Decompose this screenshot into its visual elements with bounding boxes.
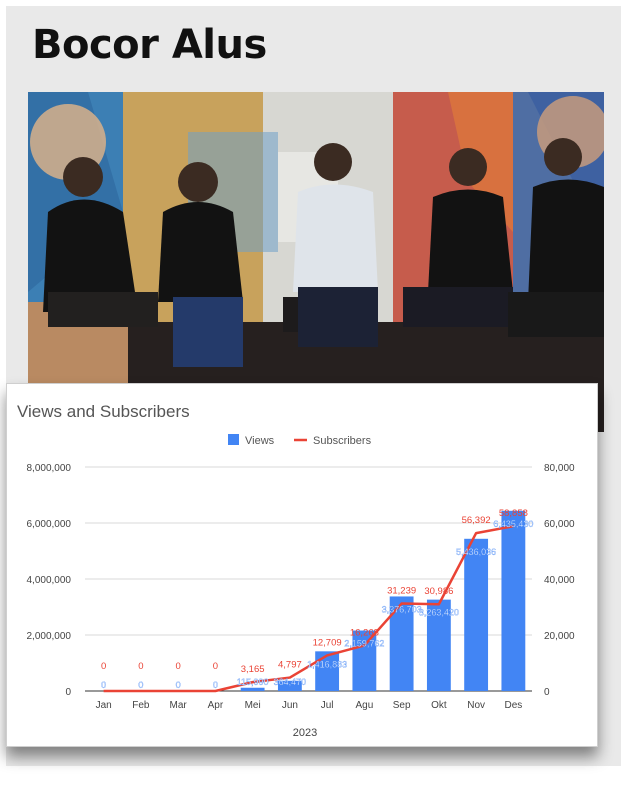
views-data-label: 6,435,430 <box>493 519 533 529</box>
chart-title: Views and Subscribers <box>17 402 190 421</box>
views-bar <box>501 510 526 691</box>
views-bar <box>464 538 489 691</box>
x-tick-label: Jul <box>321 700 334 711</box>
views-subscribers-chart: Views and Subscribers Views Subscribers … <box>6 383 598 747</box>
views-data-label: 0 <box>176 680 181 690</box>
subscribers-data-label: 0 <box>175 661 180 672</box>
y2-tick-label: 20,000 <box>544 631 575 642</box>
page-title: Bocor Alus <box>32 22 267 68</box>
views-data-label: 0 <box>138 680 143 690</box>
y2-tick-label: 60,000 <box>544 519 575 530</box>
x-tick-label: Sep <box>393 700 411 711</box>
y-tick-label: 2,000,000 <box>27 631 72 642</box>
x-axis-title: 2023 <box>293 727 317 739</box>
views-data-label: 5,436,036 <box>456 547 496 557</box>
subscribers-data-label: 0 <box>138 661 143 672</box>
y-tick-label: 6,000,000 <box>27 519 72 530</box>
x-tick-label: Mar <box>170 700 188 711</box>
x-tick-label: Jun <box>282 700 298 711</box>
chart-canvas: Views and Subscribers Views Subscribers … <box>17 402 576 739</box>
views-bar <box>240 687 265 691</box>
chart-legend: Views Subscribers <box>228 434 372 447</box>
x-tick-label: Des <box>504 700 522 711</box>
x-tick-label: Feb <box>132 700 150 711</box>
views-bar <box>315 651 340 691</box>
subscribers-data-label: 58,858 <box>499 508 528 519</box>
views-data-label: 1,416,883 <box>307 659 347 669</box>
subscribers-data-label: 0 <box>101 661 106 672</box>
x-tick-label: Mei <box>245 700 261 711</box>
views-data-label: 3,263,420 <box>419 608 459 618</box>
subscribers-data-label: 16,268 <box>350 627 379 638</box>
subscribers-data-label: 3,165 <box>241 664 265 675</box>
subscribers-data-label: 12,709 <box>313 637 342 648</box>
x-tick-label: Apr <box>208 700 224 711</box>
views-data-label: 2,159,762 <box>344 639 384 649</box>
subscribers-data-label: 0 <box>213 661 218 672</box>
views-data-label: 0 <box>213 680 218 690</box>
y2-tick-label: 0 <box>544 687 550 698</box>
views-data-label: 115,990 <box>237 677 269 687</box>
y2-tick-label: 40,000 <box>544 575 575 586</box>
subscribers-data-label: 4,797 <box>278 660 302 671</box>
legend-views-label: Views <box>245 435 275 447</box>
views-data-label: 3,376,703 <box>382 604 422 614</box>
y-tick-label: 0 <box>65 687 71 698</box>
panel-discussion-photo <box>28 92 604 432</box>
subscribers-data-label: 31,239 <box>387 586 416 597</box>
y-tick-label: 8,000,000 <box>27 463 72 474</box>
chart-axes: 0 2,000,000 4,000,000 6,000,000 8,000,000 0 20… <box>27 463 576 711</box>
x-tick-label: Agu <box>355 700 373 711</box>
subscribers-data-label: 56,392 <box>462 515 491 526</box>
x-tick-label: Jan <box>96 700 112 711</box>
legend-views-swatch <box>228 434 239 445</box>
y-tick-label: 4,000,000 <box>27 575 72 586</box>
subscribers-data-label: 30,986 <box>424 586 453 597</box>
x-tick-label: Nov <box>467 700 485 711</box>
legend-subscribers-label: Subscribers <box>313 435 372 447</box>
views-data-label: 364,470 <box>274 677 307 687</box>
y2-tick-label: 80,000 <box>544 463 575 474</box>
views-data-label: 0 <box>101 680 106 690</box>
x-tick-label: Okt <box>431 700 447 711</box>
